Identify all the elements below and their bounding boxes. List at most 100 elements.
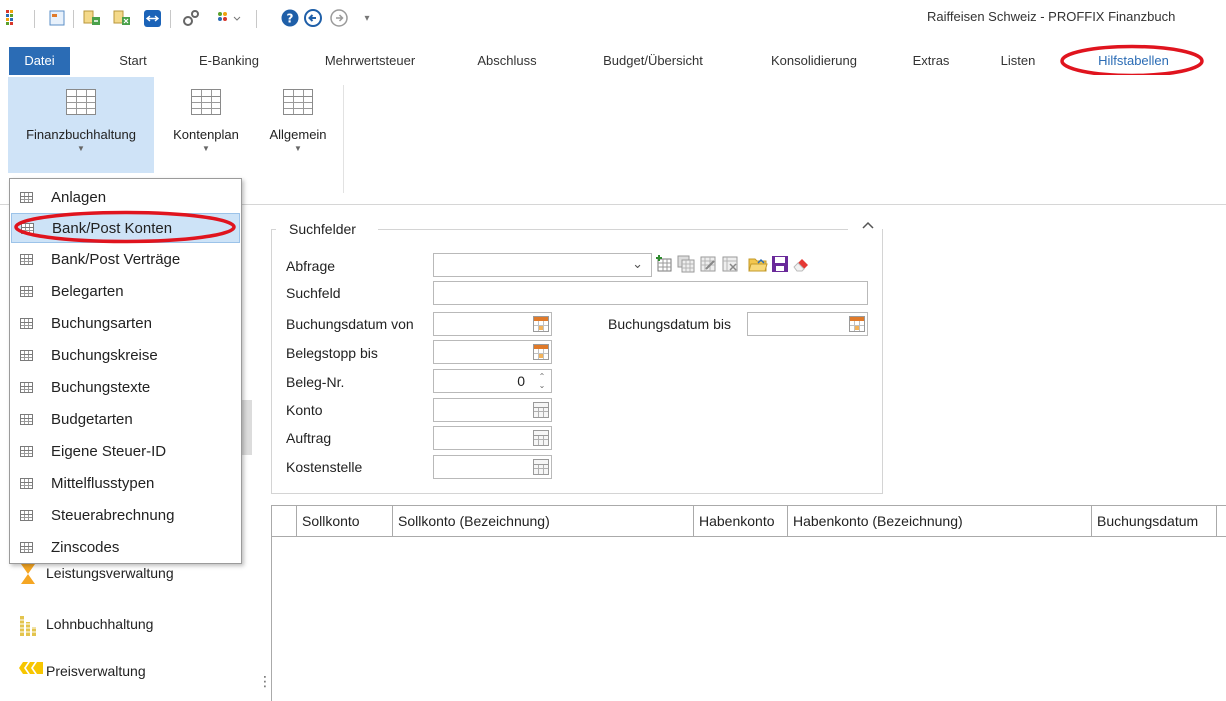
- column-header-habenkonto-bezeichnung[interactable]: Habenkonto (Bezeichnung): [788, 506, 1092, 537]
- belegstopp-bis-label: Belegstopp bis: [286, 345, 378, 361]
- menu-item-eigene-steuer-id[interactable]: Eigene Steuer-ID: [11, 436, 240, 466]
- menu-item-bank-post-vertraege[interactable]: Bank/Post Verträge: [11, 244, 240, 274]
- menu-item-buchungstexte[interactable]: Buchungstexte: [11, 372, 240, 402]
- ribbon-separator: [343, 85, 344, 193]
- calendar-icon[interactable]: [849, 316, 865, 332]
- nav-label: Lohnbuchhaltung: [46, 616, 154, 632]
- copy-query-icon[interactable]: [676, 254, 696, 274]
- customize-caret-icon[interactable]: ▾: [358, 9, 376, 27]
- buchungsdatum-bis-input[interactable]: [747, 312, 868, 336]
- export-icon[interactable]: [83, 9, 101, 27]
- menu-item-label: Buchungsarten: [51, 314, 152, 332]
- menu-item-label: Mittelflusstypen: [51, 474, 155, 492]
- nav-item-leistungsverwaltung[interactable]: Leistungsverwaltung: [18, 563, 174, 584]
- table-icon: [20, 541, 33, 553]
- app-icon[interactable]: [48, 9, 66, 27]
- svg-text:?: ?: [287, 12, 294, 26]
- teamviewer-icon[interactable]: [143, 9, 161, 27]
- tab-budget-uebersicht[interactable]: Budget/Übersicht: [583, 47, 723, 75]
- tab-mehrwertsteuer[interactable]: Mehrwertsteuer: [304, 47, 436, 75]
- table-icon: [20, 477, 33, 489]
- tab-listen[interactable]: Listen: [989, 47, 1047, 75]
- belegstopp-bis-input[interactable]: [433, 340, 552, 364]
- forward-icon[interactable]: [330, 9, 348, 27]
- beleg-nr-value: 0: [517, 373, 525, 389]
- table-icon: [283, 89, 313, 115]
- tab-start[interactable]: Start: [105, 47, 161, 75]
- kostenstelle-label: Kostenstelle: [286, 459, 363, 475]
- app-title: Raiffeisen Schweiz - PROFFIX Finanzbuch: [927, 9, 1176, 24]
- menu-item-buchungskreise[interactable]: Buchungskreise: [11, 340, 240, 370]
- collapse-icon[interactable]: [861, 218, 875, 232]
- menu-item-label: Bank/Post Verträge: [51, 250, 181, 268]
- quick-access-toolbar: ? ▾ Raiffeisen Schweiz - PROFFIX Finanzb…: [0, 0, 1226, 38]
- back-icon[interactable]: [304, 9, 322, 27]
- column-header-sollkonto-bezeichnung[interactable]: Sollkonto (Bezeichnung): [393, 506, 694, 537]
- nav-label: Preisverwaltung: [46, 663, 146, 679]
- nav-scroll-area: [242, 400, 252, 455]
- finanzbuchhaltung-button[interactable]: Finanzbuchhaltung ▼: [8, 77, 154, 173]
- import-icon[interactable]: [113, 9, 131, 27]
- eraser-icon[interactable]: [792, 254, 812, 274]
- table-icon: [20, 413, 33, 425]
- menu-item-label: Zinscodes: [51, 538, 120, 556]
- abfrage-select[interactable]: ⌄: [433, 253, 652, 277]
- buchungsdatum-von-input[interactable]: [433, 312, 552, 336]
- nav-item-preisverwaltung[interactable]: Preisverwaltung: [18, 661, 146, 681]
- modules-icon[interactable]: [216, 9, 244, 27]
- menu-item-anlagen[interactable]: Anlagen: [11, 182, 240, 212]
- nav-splitter[interactable]: ⋮: [258, 674, 272, 701]
- kontenplan-button[interactable]: Kontenplan ▼: [160, 77, 252, 173]
- auftrag-label: Auftrag: [286, 430, 332, 446]
- nav-item-lohnbuchhaltung[interactable]: Lohnbuchhaltung: [18, 614, 154, 636]
- lookup-table-icon[interactable]: [533, 430, 549, 446]
- menu-item-mittelflusstypen[interactable]: Mittelflusstypen: [11, 468, 240, 498]
- suchfeld-input[interactable]: [433, 281, 868, 305]
- konto-label: Konto: [286, 402, 323, 418]
- column-header-sollkonto[interactable]: Sollkonto: [297, 506, 393, 537]
- grid-header: Sollkonto Sollkonto (Bezeichnung) Habenk…: [272, 506, 1226, 537]
- column-header-habenkonto[interactable]: Habenkonto: [694, 506, 788, 537]
- menu-item-steuerabrechnung[interactable]: Steuerabrechnung: [11, 500, 240, 530]
- tab-abschluss[interactable]: Abschluss: [466, 47, 548, 75]
- apps-icon[interactable]: [3, 9, 21, 27]
- spin-arrows-icon[interactable]: ⌃ ⌄: [535, 372, 549, 390]
- allgemein-button[interactable]: Allgemein ▼: [258, 77, 338, 173]
- auftrag-input[interactable]: [433, 426, 552, 450]
- konto-input[interactable]: [433, 398, 552, 422]
- chevron-down-icon: ▼: [202, 144, 210, 153]
- tab-konsolidierung[interactable]: Konsolidierung: [753, 47, 875, 75]
- buchungsdatum-bis-label: Buchungsdatum bis: [608, 316, 731, 332]
- lookup-table-icon[interactable]: [533, 402, 549, 418]
- new-query-icon[interactable]: [654, 254, 674, 274]
- tab-datei[interactable]: Datei: [9, 47, 70, 75]
- calendar-icon[interactable]: [533, 344, 549, 360]
- delete-query-icon[interactable]: [720, 254, 740, 274]
- help-icon[interactable]: ?: [281, 9, 299, 27]
- results-grid[interactable]: Sollkonto Sollkonto (Bezeichnung) Habenk…: [271, 505, 1226, 701]
- tab-e-banking[interactable]: E-Banking: [190, 47, 268, 75]
- table-icon: [20, 349, 33, 361]
- column-header-buchungsdatum[interactable]: Buchungsdatum: [1092, 506, 1217, 537]
- lookup-table-icon[interactable]: [533, 459, 549, 475]
- menu-item-zinscodes[interactable]: Zinscodes: [11, 532, 240, 562]
- menu-item-buchungsarten[interactable]: Buchungsarten: [11, 308, 240, 338]
- table-icon: [20, 445, 33, 457]
- tools-icon[interactable]: [182, 9, 200, 27]
- price-tags-icon: [18, 661, 44, 681]
- open-folder-icon[interactable]: [748, 254, 768, 274]
- column-header-next[interactable]: [1217, 506, 1226, 537]
- kontenplan-label: Kontenplan: [173, 127, 239, 142]
- kostenstelle-input[interactable]: [433, 455, 552, 479]
- tab-extras[interactable]: Extras: [900, 47, 962, 75]
- menu-item-label: Steuerabrechnung: [51, 506, 175, 524]
- calendar-icon[interactable]: [533, 316, 549, 332]
- menu-item-budgetarten[interactable]: Budgetarten: [11, 404, 240, 434]
- row-indicator-header[interactable]: [272, 506, 297, 537]
- menu-item-label: Buchungskreise: [51, 346, 158, 364]
- edit-query-icon[interactable]: [698, 254, 718, 274]
- save-icon[interactable]: [770, 254, 790, 274]
- menu-item-belegarten[interactable]: Belegarten: [11, 276, 240, 306]
- beleg-nr-stepper[interactable]: 0 ⌃ ⌄: [433, 369, 552, 393]
- abfrage-label: Abfrage: [286, 258, 336, 274]
